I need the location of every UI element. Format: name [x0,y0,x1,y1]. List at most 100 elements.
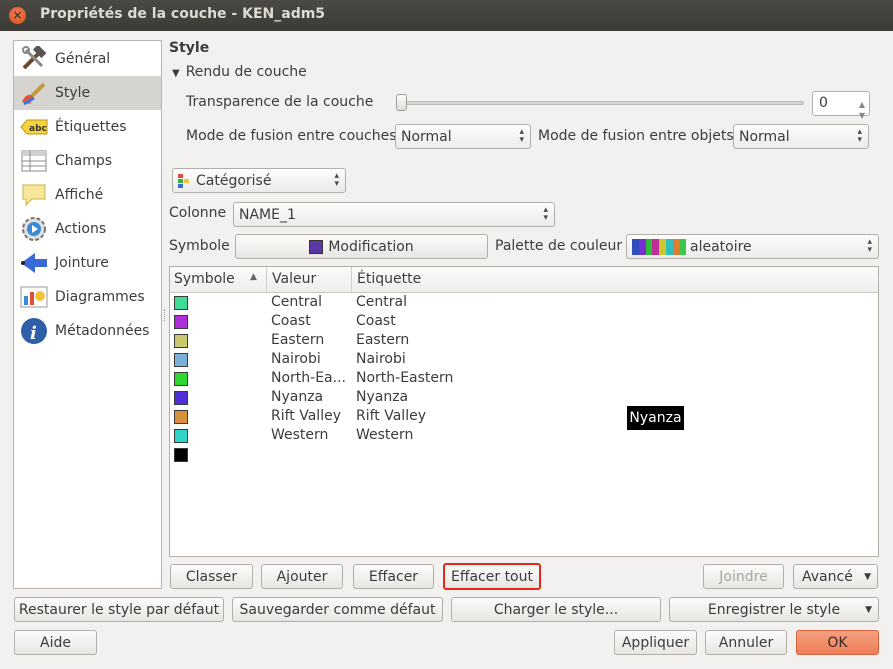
sidebar-item-diagrams[interactable]: Diagrammes [14,280,161,314]
symbol-modify-label: Modification [328,238,414,255]
render-group-toggle[interactable]: ▼ Rendu de couche [172,64,307,80]
info-icon: i [19,317,49,345]
abc-label-icon: abc [19,113,49,141]
section-title: Style [169,40,210,56]
close-window-icon[interactable]: × [9,7,26,24]
transparency-slider-track[interactable] [400,101,804,105]
categorized-icon [178,173,190,188]
symbol-swatch[interactable] [174,334,188,348]
table-row[interactable]: Coast Coast [170,313,878,332]
title-bar: × Propriétés de la couche - KEN_adm5 [0,0,893,31]
join-button[interactable]: Joindre [703,564,784,589]
table-row[interactable]: Western Western [170,427,878,446]
svg-text:abc: abc [29,124,47,134]
symbol-swatch[interactable] [174,372,188,386]
cell-label: Eastern [356,332,410,348]
table-row[interactable]: Nairobi Nairobi [170,351,878,370]
delete-all-button[interactable]: Effacer tout [443,563,541,590]
sidebar-item-actions[interactable]: Actions [14,212,161,246]
cell-label: Coast [356,313,396,329]
window-title: Propriétés de la couche - KEN_adm5 [40,6,326,22]
cell-value: North-Ea... [271,370,346,386]
transparency-slider-handle[interactable] [396,94,407,111]
table-grid-icon [19,147,49,175]
blend-layers-select[interactable]: Normal ▴ ▾ [395,124,531,149]
updown-arrows-icon: ▴ ▾ [543,205,548,223]
classify-button[interactable]: Classer [170,564,253,589]
symbol-swatch[interactable] [174,391,188,405]
cell-label: Nairobi [356,351,406,367]
symbol-modify-button[interactable]: Modification [235,234,488,259]
sidebar-item-label: Actions [55,221,107,237]
cell-value: Nyanza [271,389,324,405]
save-style-button[interactable]: Enregistrer le style ▼ [669,597,879,622]
load-style-button[interactable]: Charger le style... [451,597,661,622]
table-row[interactable]: Rift Valley Rift Valley [170,408,878,427]
symbol-swatch[interactable] [174,448,188,462]
restore-default-style-button[interactable]: Restaurer le style par défaut [14,597,224,622]
header-label[interactable]: Étiquette [357,271,421,287]
help-button[interactable]: Aide [14,630,97,655]
palette-select[interactable]: aleatoire ▴ ▾ [626,234,879,259]
advanced-button[interactable]: Avancé ▼ [793,564,878,589]
add-button[interactable]: Ajouter [261,564,343,589]
splitter-handle[interactable] [164,309,167,321]
sidebar-item-fields[interactable]: Champs [14,144,161,178]
sidebar-item-metadata[interactable]: i Métadonnées [14,314,161,348]
categories-table: Symbole ▲ Valeur Étiquette Central Centra… [169,266,879,557]
table-row[interactable]: Nyanza Nyanza [170,389,878,408]
cell-label: Central [356,294,407,310]
cell-label: Western [356,427,414,443]
header-symbol[interactable]: Symbole [174,271,235,287]
blend-layers-value: Normal [401,128,452,145]
updown-arrows-icon: ▴ ▾ [857,127,862,145]
symbol-swatch[interactable] [174,315,188,329]
sidebar-item-display[interactable]: Affiché [14,178,161,212]
sidebar-item-style[interactable]: Style [14,76,161,110]
apply-button[interactable]: Appliquer [614,630,697,655]
cell-value: Central [271,294,322,310]
sidebar-item-label: Affiché [55,187,104,203]
symbol-label: Symbole [169,238,230,254]
renderer-select[interactable]: Catégorisé ▴ ▾ [172,168,346,193]
table-row[interactable]: Central Central [170,294,878,313]
blend-objects-select[interactable]: Normal ▴ ▾ [733,124,869,149]
table-row[interactable]: Eastern Eastern [170,332,878,351]
sidebar-item-label: Étiquettes [55,119,127,135]
header-value[interactable]: Valeur [272,271,316,287]
sidebar-item-join[interactable]: Jointure [14,246,161,280]
sidebar-item-general[interactable]: Général [14,42,161,76]
sidebar-item-labels[interactable]: abc Étiquettes [14,110,161,144]
dropdown-arrow-icon: ▼ [864,571,871,582]
table-row[interactable] [170,446,878,465]
symbol-color-swatch [309,239,324,254]
cell-value: Rift Valley [271,408,341,424]
cell-value: Western [271,427,329,443]
cell-value: Coast [271,313,311,329]
table-row[interactable]: North-Ea... North-Eastern [170,370,878,389]
render-group-label: Rendu de couche [185,64,307,80]
blend-objects-value: Normal [739,128,790,145]
updown-arrows-icon: ▴ ▾ [519,127,524,145]
join-arrow-icon [19,249,49,277]
table-header: Symbole ▲ Valeur Étiquette [170,267,878,293]
symbol-swatch[interactable] [174,429,188,443]
collapse-triangle-icon: ▼ [172,68,180,79]
speech-bubble-icon [19,181,49,209]
symbol-swatch[interactable] [174,410,188,424]
cell-label: Rift Valley [356,408,426,424]
cancel-button[interactable]: Annuler [705,630,787,655]
updown-arrows-icon: ▴ ▾ [867,237,872,255]
sidebar-item-label: Jointure [55,255,109,271]
transparency-spinbox[interactable]: 0 ▲ ▼ [812,91,870,120]
ok-button[interactable]: OK [796,630,879,655]
palette-preview [632,238,686,255]
delete-button[interactable]: Effacer [353,564,434,589]
symbol-swatch[interactable] [174,296,188,310]
save-as-default-button[interactable]: Sauvegarder comme défaut [232,597,443,622]
sidebar: Général Style abc Étiquettes Champs Affi… [13,40,162,589]
symbol-swatch[interactable] [174,353,188,367]
gear-play-icon [19,215,49,243]
hammer-wrench-icon [19,45,49,73]
column-select[interactable]: NAME_1 ▴ ▾ [233,202,555,227]
